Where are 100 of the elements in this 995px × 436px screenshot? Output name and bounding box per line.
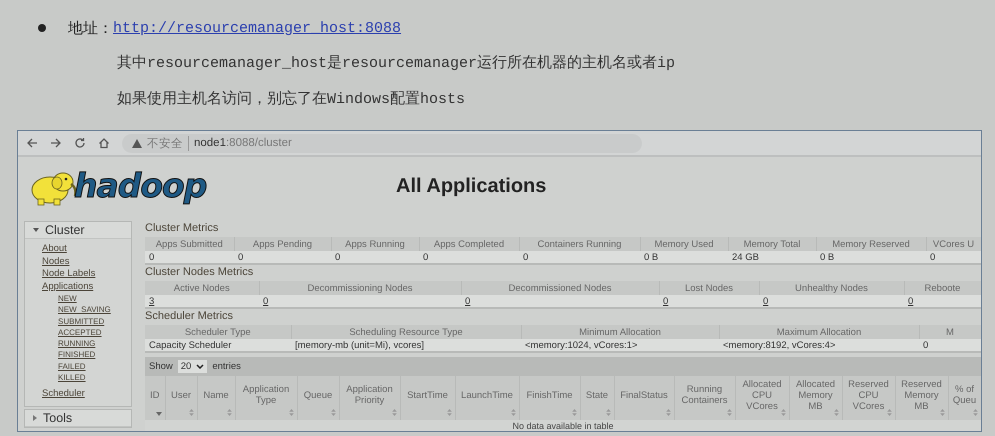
column-header: Active Nodes (145, 281, 259, 295)
table-cell: [memory-mb (unit=Mi), vcores] (291, 339, 521, 352)
column-header[interactable]: Running Containers (674, 376, 735, 420)
dropdown-value: 20 (180, 361, 192, 372)
column-header[interactable]: LaunchTime (455, 376, 519, 420)
column-header[interactable]: State (580, 376, 614, 420)
table-cell: <memory:8192, vCores:4> (719, 339, 919, 352)
warning-icon (132, 138, 142, 148)
column-header: Maximum Allocation (719, 325, 919, 339)
value-link[interactable]: 0 (763, 296, 768, 306)
url-text: node1:8088/cluster (194, 137, 292, 149)
address-link[interactable]: http://resourcemanager_host:8088 (113, 20, 402, 36)
column-header[interactable]: User (165, 376, 197, 420)
sidebar-link[interactable]: NEW (58, 294, 77, 303)
panel-header[interactable]: Tools (25, 410, 131, 427)
column-label: Application Priority (346, 384, 393, 406)
column-label: Running Containers (682, 384, 728, 406)
column-header[interactable]: Allocated CPU VCores (735, 376, 789, 420)
column-header: Containers Running (519, 237, 640, 251)
value-link[interactable]: 0 (908, 296, 914, 306)
column-header[interactable]: ID (145, 376, 165, 420)
column-label: ID (150, 390, 160, 400)
sidebar-link[interactable]: Node Labels (42, 268, 96, 279)
entries-dropdown[interactable]: 20 (178, 360, 208, 373)
sidebar-link[interactable]: Scheduler (42, 388, 85, 400)
url-field[interactable]: 不安全 node1:8088/cluster (122, 134, 642, 152)
section-title: Cluster Nodes Metrics (145, 266, 254, 279)
column-header: Lost Nodes (659, 281, 759, 295)
column-header: Scheduler Type (145, 325, 291, 339)
back-icon[interactable] (26, 137, 38, 149)
column-header: Apps Submitted (145, 237, 234, 251)
entries-label: entries (212, 361, 241, 372)
column-label: LaunchTime (461, 390, 513, 400)
section-title: Cluster Metrics (145, 222, 220, 235)
sidebar-link[interactable]: SUBMITTED (58, 316, 104, 326)
empty-message: No data available in table (145, 420, 981, 431)
column-label: Reserved CPU VCores (848, 378, 889, 412)
table-cell: 0 (234, 251, 331, 264)
column-label: User (170, 390, 192, 400)
column-header[interactable]: Name (197, 376, 235, 420)
table-cell: <memory:1024, vCores:1> (521, 339, 719, 352)
sidebar-link[interactable]: RUNNING (58, 339, 96, 348)
sidebar-link[interactable]: Applications (42, 280, 94, 292)
panel-header[interactable]: Cluster (25, 222, 131, 239)
table-cell: 0 B (816, 251, 926, 264)
value-link[interactable]: 0 (263, 296, 268, 306)
bullet-icon (38, 24, 46, 32)
column-header[interactable]: FinishTime (519, 376, 580, 420)
reload-icon[interactable] (74, 137, 86, 149)
table-cell: 0 (419, 251, 519, 264)
column-header: Decommissioning Nodes (259, 281, 461, 295)
panel-title: Tools (43, 410, 72, 425)
column-header: Reboote (904, 281, 981, 295)
sidebar-link[interactable]: Nodes (42, 256, 70, 266)
note-text: 如果使用主机名访问，别忘了在Windows配置hosts (117, 90, 466, 110)
column-header[interactable]: Reserved Memory MB (895, 376, 948, 420)
column-header[interactable]: Queue (297, 376, 339, 420)
value-link[interactable]: 0 (465, 296, 470, 306)
value-link[interactable]: 0 (663, 296, 668, 306)
column-header[interactable]: StartTime (400, 376, 455, 420)
sidebar-link[interactable]: FAILED (58, 362, 86, 371)
column-label: % of Queu (952, 384, 976, 406)
column-header[interactable]: Reserved CPU VCores (842, 376, 895, 420)
table-cell: Capacity Scheduler (145, 339, 291, 352)
column-label: Application Type (242, 384, 290, 406)
column-header: M (919, 325, 981, 339)
note-text: 其中resourcemanager_host是resourcemanager运行所在机器的主机名或者ip (117, 54, 676, 74)
table-cell: 24 GB (728, 251, 816, 264)
page-title: All Applications (396, 174, 546, 198)
sidebar-link[interactable]: NEW_SAVING (58, 305, 111, 314)
sidebar-link[interactable]: FINISHED (58, 350, 96, 360)
column-header: Apps Completed (419, 237, 519, 251)
table-cell: 0 (331, 251, 419, 264)
column-label: FinishTime (526, 390, 573, 400)
column-header[interactable]: FinalStatus (614, 376, 674, 420)
table-cell: 0 (919, 339, 981, 352)
home-icon[interactable] (98, 137, 110, 149)
column-header[interactable]: Application Priority (339, 376, 400, 420)
value-link[interactable]: 3 (149, 296, 154, 306)
column-header[interactable]: Application Type (235, 376, 297, 420)
column-header[interactable]: % of Queu (948, 376, 981, 420)
column-label: StartTime (407, 390, 448, 400)
column-header: VCores U (926, 237, 981, 251)
forward-icon[interactable] (50, 137, 62, 149)
show-label: Show (149, 361, 173, 372)
sidebar-link[interactable]: ACCEPTED (58, 328, 102, 337)
sidebar-link[interactable]: About (42, 243, 67, 254)
column-header[interactable]: Allocated Memory MB (789, 376, 842, 420)
column-header: Memory Used (640, 237, 728, 251)
column-header: Apps Pending (234, 237, 331, 251)
panel-title: Cluster (45, 223, 85, 237)
address-label: 地址： (68, 20, 113, 38)
section-title: Scheduler Metrics (145, 310, 234, 323)
chevron-icon (196, 364, 204, 369)
column-header: Minimum Allocation (521, 325, 719, 339)
table-cell: 0 (519, 251, 640, 264)
column-header: Memory Reserved (816, 237, 926, 251)
sidebar-link[interactable]: KILLED (58, 373, 86, 382)
column-label: Allocated Memory MB (796, 378, 836, 412)
column-header: Memory Total (728, 237, 816, 251)
